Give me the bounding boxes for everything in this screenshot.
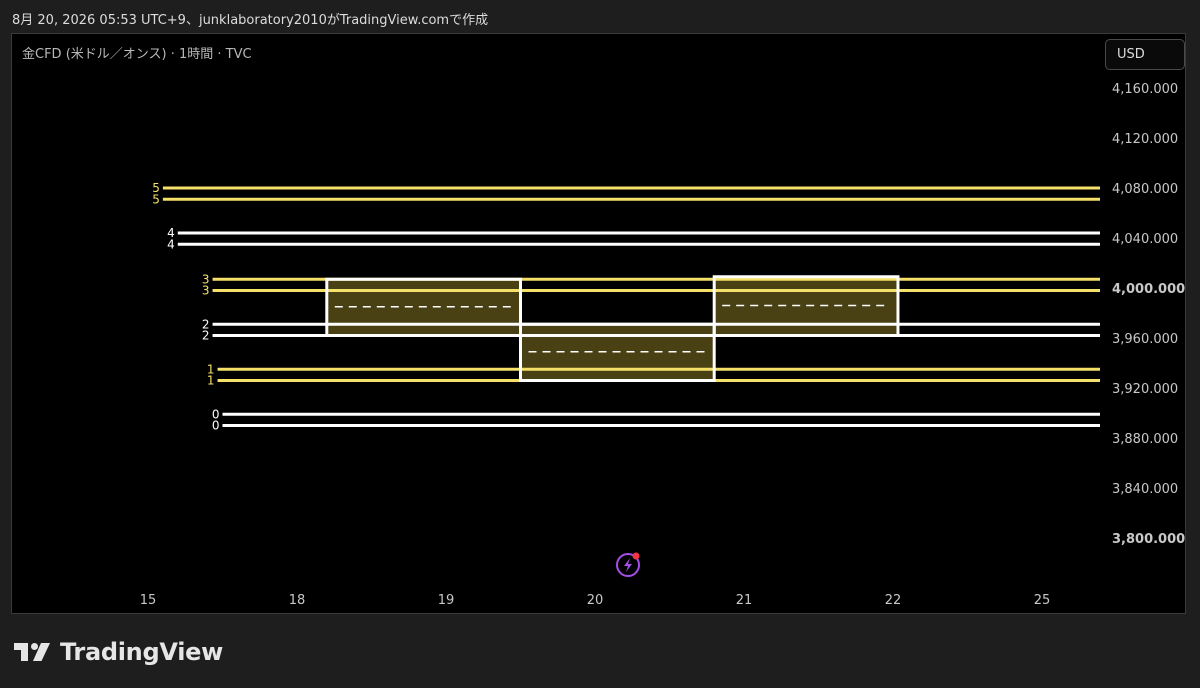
y-tick-label: 4,000.000 [1112, 282, 1185, 297]
chart-caption: 8月 20, 2026 05:53 UTC+9、junklaboratory20… [12, 13, 489, 28]
level-label: 3 [202, 284, 210, 298]
tradingview-logo-icon [14, 643, 50, 661]
x-tick-label: 21 [736, 593, 753, 608]
y-tick-label: 4,160.000 [1112, 82, 1178, 97]
y-tick-label: 4,080.000 [1112, 182, 1178, 197]
y-tick-label: 3,840.000 [1112, 482, 1178, 497]
brand-name: TradingView [60, 638, 223, 666]
chart-panel[interactable]: 5 5 4 4 3 3 2 2 1 1 0 0 4,160.000 4,120.000 4,080.000 4… [11, 33, 1186, 614]
x-tick-label: 20 [587, 593, 604, 608]
y-tick-label: 3,880.000 [1112, 432, 1178, 447]
level-label: 2 [202, 329, 210, 343]
currency-button[interactable]: USD [1105, 39, 1185, 70]
lightning-alert-icon[interactable] [616, 552, 640, 577]
y-tick-label: 3,920.000 [1112, 382, 1178, 397]
y-tick-label: 4,040.000 [1112, 232, 1178, 247]
level-label: 4 [167, 237, 175, 251]
tradingview-brand: TradingView [14, 637, 223, 667]
y-tick-label: 4,120.000 [1112, 132, 1178, 147]
level-label: 1 [207, 374, 215, 388]
x-tick-label: 25 [1034, 593, 1051, 608]
x-tick-label: 19 [438, 593, 455, 608]
x-tick-label: 22 [885, 593, 902, 608]
y-tick-label: 3,960.000 [1112, 332, 1178, 347]
x-tick-label: 15 [140, 593, 157, 608]
price-chart[interactable]: 5544332211004,160.0004,120.0004,080.0004… [12, 34, 1185, 613]
y-tick-label: 3,800.000 [1112, 532, 1185, 547]
level-label: 5 [152, 192, 160, 206]
level-label: 0 [212, 419, 220, 433]
x-tick-label: 18 [289, 593, 306, 608]
symbol-label[interactable]: 金CFD (米ドル／オンス) · 1時間 · TVC [22, 43, 252, 62]
